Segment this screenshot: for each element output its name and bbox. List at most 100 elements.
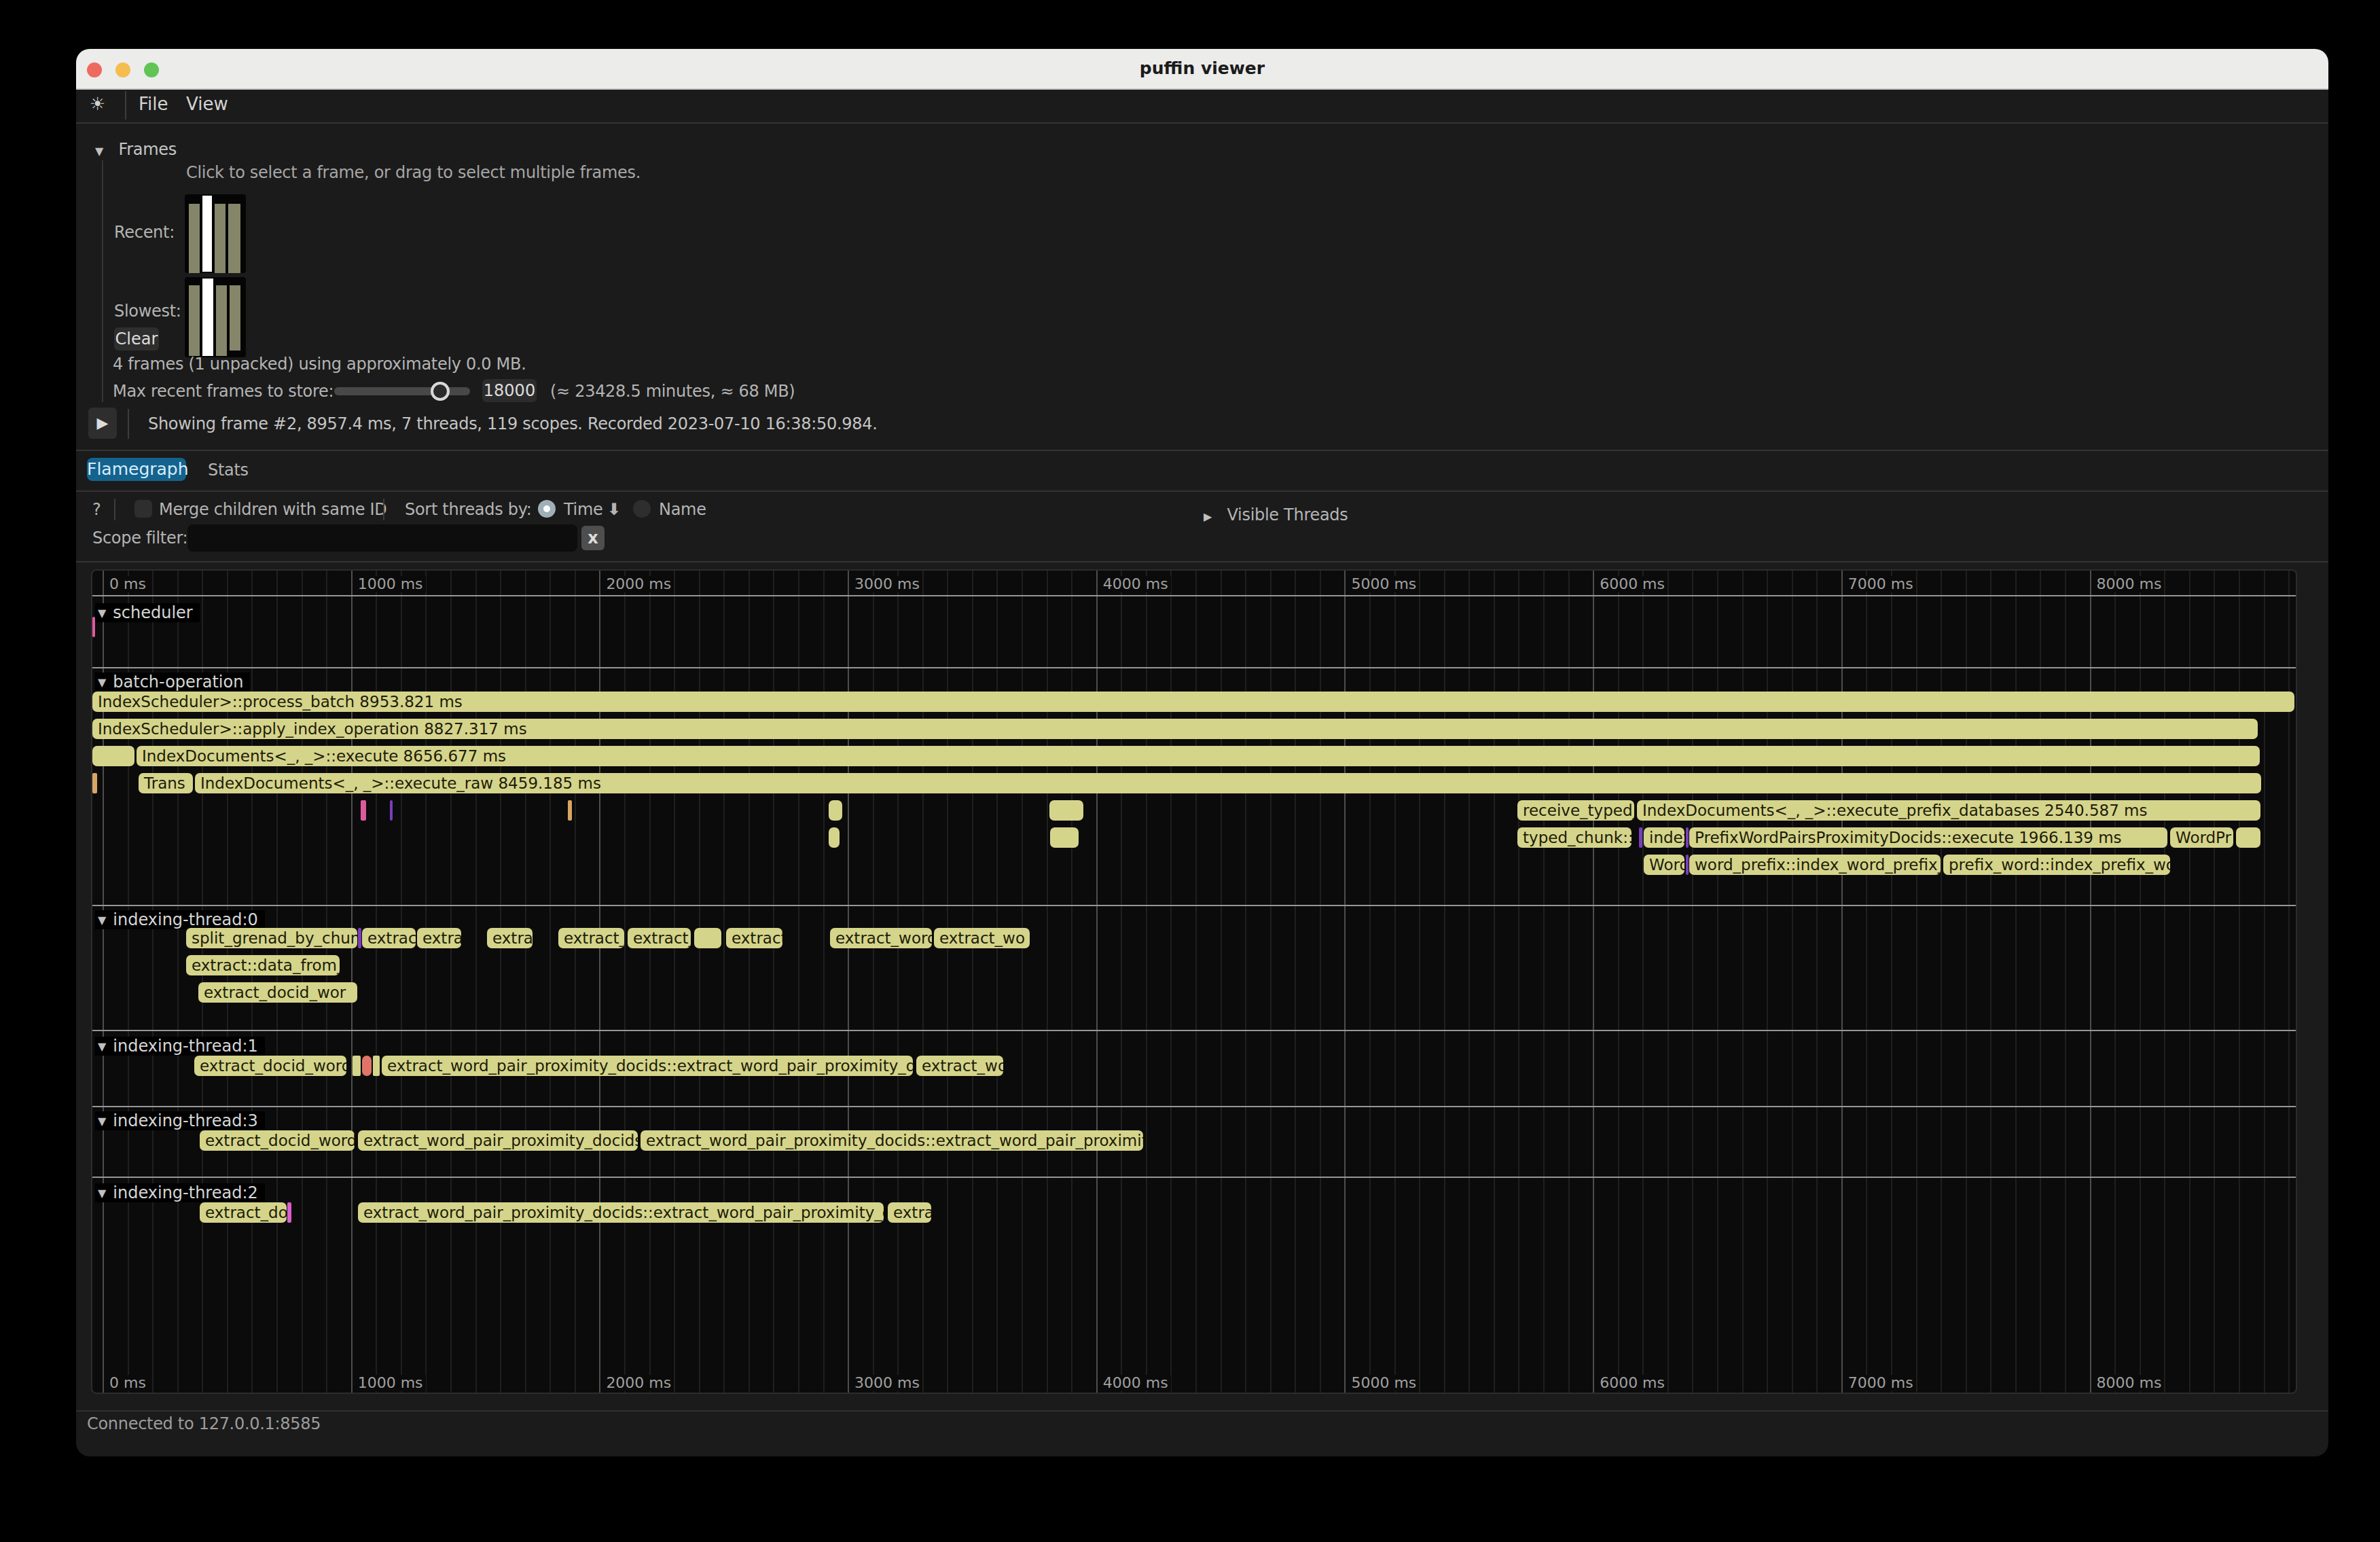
help-button[interactable]: ? <box>92 500 101 519</box>
recent-frames-thumbnail[interactable] <box>185 194 246 273</box>
section-separator <box>92 667 2296 668</box>
scope-bar[interactable] <box>287 1202 291 1223</box>
scope-bar[interactable] <box>568 800 572 821</box>
scope-bar[interactable] <box>1686 827 1689 848</box>
scope-bar[interactable]: extrac <box>888 1202 931 1223</box>
scope-bar[interactable]: extract_docid_word <box>200 1130 355 1151</box>
slider-knob[interactable] <box>431 382 450 401</box>
scope-bar[interactable] <box>373 1056 380 1076</box>
sort-time-label[interactable]: Time <box>564 500 603 519</box>
scope-bar[interactable] <box>1050 827 1079 848</box>
frame-info: Showing frame #2, 8957.4 ms, 7 threads, … <box>148 414 878 433</box>
scope-bar[interactable]: extract_ <box>628 928 691 948</box>
scope-bar[interactable]: index <box>1644 827 1684 848</box>
scope-bar[interactable] <box>92 746 134 766</box>
scope-bar[interactable]: prefix_word::index_prefix_wo <box>1943 855 2170 875</box>
scope-bar[interactable] <box>390 800 393 821</box>
scope-bar[interactable]: extract_ <box>558 928 624 948</box>
scope-bar[interactable]: Trans <box>139 773 193 793</box>
scope-bar[interactable]: IndexDocuments<_, _>::execute_raw 8459.1… <box>195 773 2261 793</box>
merge-checkbox[interactable] <box>134 500 152 518</box>
scope-bar[interactable]: IndexScheduler>::apply_index_operation 8… <box>92 719 2258 739</box>
scope-bar[interactable]: extract_wo <box>934 928 1030 948</box>
scope-bar[interactable]: Word <box>1644 855 1684 875</box>
scope-bar[interactable]: extract_word_pair_proximity_docids::extr… <box>358 1202 884 1223</box>
scope-filter-input[interactable] <box>187 524 577 552</box>
scope-bar[interactable]: extract_docid_wor <box>198 982 357 1003</box>
sort-direction-icon[interactable]: ⬇ <box>607 500 621 519</box>
scope-bar[interactable] <box>362 1056 372 1076</box>
scope-bar[interactable]: extract_wo <box>916 1056 1003 1076</box>
play-button[interactable]: ▶ <box>88 408 117 439</box>
scope-bar[interactable]: extract_word_pair_proximity_docids::extr… <box>641 1130 1143 1151</box>
scope-bar[interactable]: extract::data_from_ob <box>186 955 340 975</box>
scope-bar[interactable]: receive_typed_ <box>1517 800 1634 821</box>
thread-header-scheduler[interactable]: ▼scheduler <box>95 603 200 622</box>
scope-bar[interactable]: split_grenad_by_chun <box>186 928 357 948</box>
section-separator <box>92 1106 2296 1107</box>
frames-collapse-header[interactable]: ▼ Frames <box>95 135 177 160</box>
scope-bar[interactable]: typed_chunk::w <box>1517 827 1631 848</box>
scope-bar[interactable]: extract <box>726 928 782 948</box>
thread-header-indexing-thread:0[interactable]: ▼indexing-thread:0 <box>95 910 265 929</box>
scope-bar[interactable] <box>358 928 361 948</box>
scope-bar[interactable]: extract <box>362 928 416 948</box>
scope-bar[interactable]: extract_word_pair_proximity_docids::extr… <box>382 1056 913 1076</box>
scope-bar[interactable] <box>1639 827 1642 848</box>
axis-tick-label: 2000 ms <box>603 1375 674 1391</box>
scope-bar[interactable]: IndexScheduler>::process_batch 8953.821 … <box>92 692 2294 712</box>
tab-flamegraph[interactable]: Flamegraph <box>87 458 186 481</box>
menu-view[interactable]: View <box>186 94 228 114</box>
scope-bar[interactable]: IndexDocuments<_, _>::execute 8656.677 m… <box>137 746 2260 766</box>
scope-bar[interactable]: extract_docid_word <box>194 1056 346 1076</box>
max-frames-value[interactable]: 18000 <box>482 379 537 402</box>
status-bar-text: Connected to 127.0.0.1:8585 <box>87 1414 321 1433</box>
scope-bar[interactable] <box>92 617 95 637</box>
scope-bar[interactable]: PrefixWordPairsProximityDocids::execute … <box>1689 827 2167 848</box>
axis-tick-label: 4000 ms <box>1100 1375 1171 1391</box>
scope-bar[interactable] <box>353 1056 361 1076</box>
scope-bar[interactable] <box>2236 827 2260 848</box>
frames-usage-text: 4 frames (1 unpacked) using approximatel… <box>113 355 526 374</box>
slowest-frames-thumbnail[interactable] <box>185 277 246 357</box>
flamegraph-canvas[interactable]: 0 ms0 ms1000 ms1000 ms2000 ms2000 ms3000… <box>91 569 2297 1394</box>
recent-label: Recent: <box>114 223 175 242</box>
thread-header-indexing-thread:2[interactable]: ▼indexing-thread:2 <box>95 1183 265 1202</box>
tab-stats[interactable]: Stats <box>208 461 249 480</box>
sort-time-radio[interactable] <box>538 500 556 518</box>
axis-tick-label: 7000 ms <box>1845 576 1916 592</box>
thread-header-batch-operation[interactable]: ▼batch-operation <box>95 673 250 692</box>
axis-tick-label: 8000 ms <box>2094 1375 2165 1391</box>
thread-header-indexing-thread:3[interactable]: ▼indexing-thread:3 <box>95 1111 265 1130</box>
scope-bar[interactable] <box>829 827 840 848</box>
sort-name-radio[interactable] <box>633 500 651 518</box>
scope-bar[interactable]: extrac <box>487 928 533 948</box>
visible-threads-label: Visible Threads <box>1227 505 1348 524</box>
scope-bar[interactable] <box>829 800 842 821</box>
scope-bar[interactable]: extract_word <box>830 928 932 948</box>
axis-tick-label: 2000 ms <box>603 576 674 592</box>
scope-bar[interactable]: extract_word_pair_proximity_docids <box>358 1130 638 1151</box>
clear-filter-button[interactable]: x <box>581 526 605 550</box>
theme-icon[interactable]: ☀ <box>90 94 105 114</box>
max-frames-slider[interactable] <box>334 387 470 395</box>
scope-bar[interactable] <box>1686 855 1689 875</box>
expand-triangle-icon: ▶ <box>1204 510 1212 523</box>
scope-bar[interactable]: extract_doc <box>200 1202 287 1223</box>
merge-checkbox-label[interactable]: Merge children with same ID <box>159 500 386 519</box>
scope-bar[interactable] <box>92 773 97 793</box>
thread-header-indexing-thread:1[interactable]: ▼indexing-thread:1 <box>95 1037 265 1056</box>
scope-bar[interactable] <box>361 800 366 821</box>
menu-file[interactable]: File <box>139 94 168 114</box>
axis-tick-label: 5000 ms <box>1348 576 1419 592</box>
scope-bar[interactable]: extra <box>417 928 461 948</box>
axis-tick-label: 7000 ms <box>1845 1375 1916 1391</box>
scope-bar[interactable]: word_prefix::index_word_prefix_ <box>1689 855 1941 875</box>
scope-bar[interactable]: WordPr <box>2170 827 2233 848</box>
clear-button[interactable]: Clear <box>114 327 159 351</box>
scope-bar[interactable] <box>1049 800 1083 821</box>
scope-bar[interactable] <box>694 928 721 948</box>
scope-bar[interactable]: IndexDocuments<_, _>::execute_prefix_dat… <box>1637 800 2260 821</box>
sort-name-label[interactable]: Name <box>659 500 706 519</box>
visible-threads-toggle[interactable]: ▶ Visible Threads <box>1204 500 1348 526</box>
